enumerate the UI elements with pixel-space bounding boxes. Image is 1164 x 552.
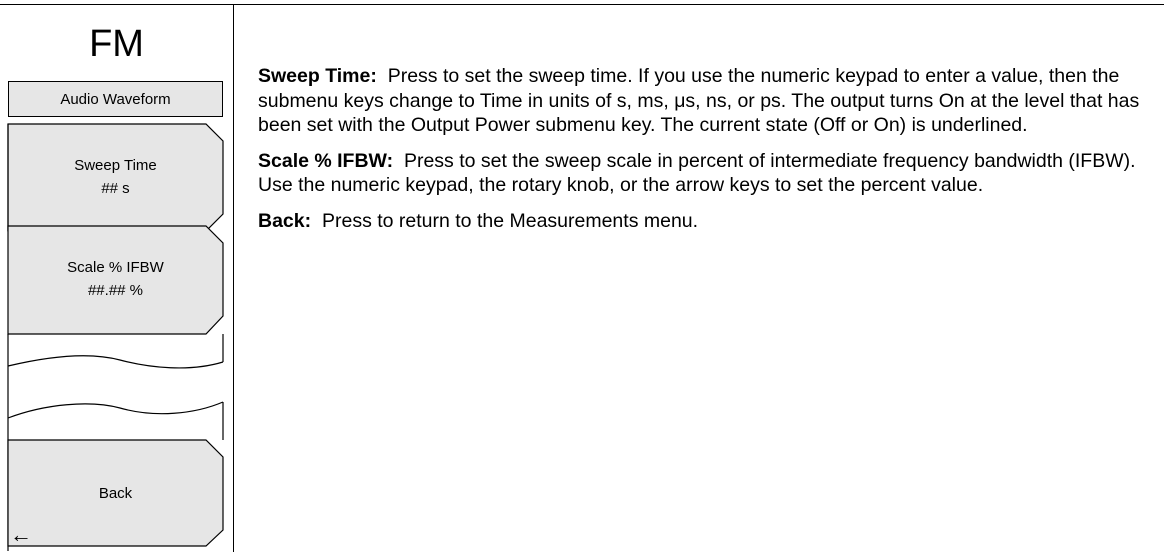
back-arrow-icon: ← <box>10 522 32 547</box>
column-divider <box>233 4 234 552</box>
term-back: Back: <box>258 209 312 232</box>
description-sweep-time: Sweep Time: Press to set the sweep time.… <box>258 64 1158 138</box>
back-key-label: Back <box>98 485 133 502</box>
scale-ifbw-key-shape <box>7 225 224 335</box>
empty-key-wave-1 <box>7 355 224 369</box>
sweep-time-key-value: ## s <box>101 180 130 197</box>
scale-ifbw-key-label: Scale % IFBW <box>67 259 164 276</box>
term-scale-ifbw: Scale % IFBW: <box>258 149 394 172</box>
description-scale-ifbw: Scale % IFBW: Press to set the sweep sca… <box>258 149 1158 198</box>
key-descriptions: Sweep Time: Press to set the sweep time.… <box>258 64 1158 244</box>
term-sweep-time: Sweep Time: <box>258 65 377 87</box>
text-back: Press to return to the Measurements menu… <box>321 209 699 232</box>
text-sweep-time: Press to set the sweep time. If you use … <box>258 65 1140 136</box>
scale-ifbw-key-value: ##.## % <box>87 282 144 299</box>
menu-header-audio-waveform: Audio Waveform <box>8 81 223 117</box>
sweep-time-key-label: Sweep Time <box>74 157 157 174</box>
empty-key-wave-2 <box>7 401 224 419</box>
description-back: Back: Press to return to the Measurement… <box>258 209 1158 234</box>
